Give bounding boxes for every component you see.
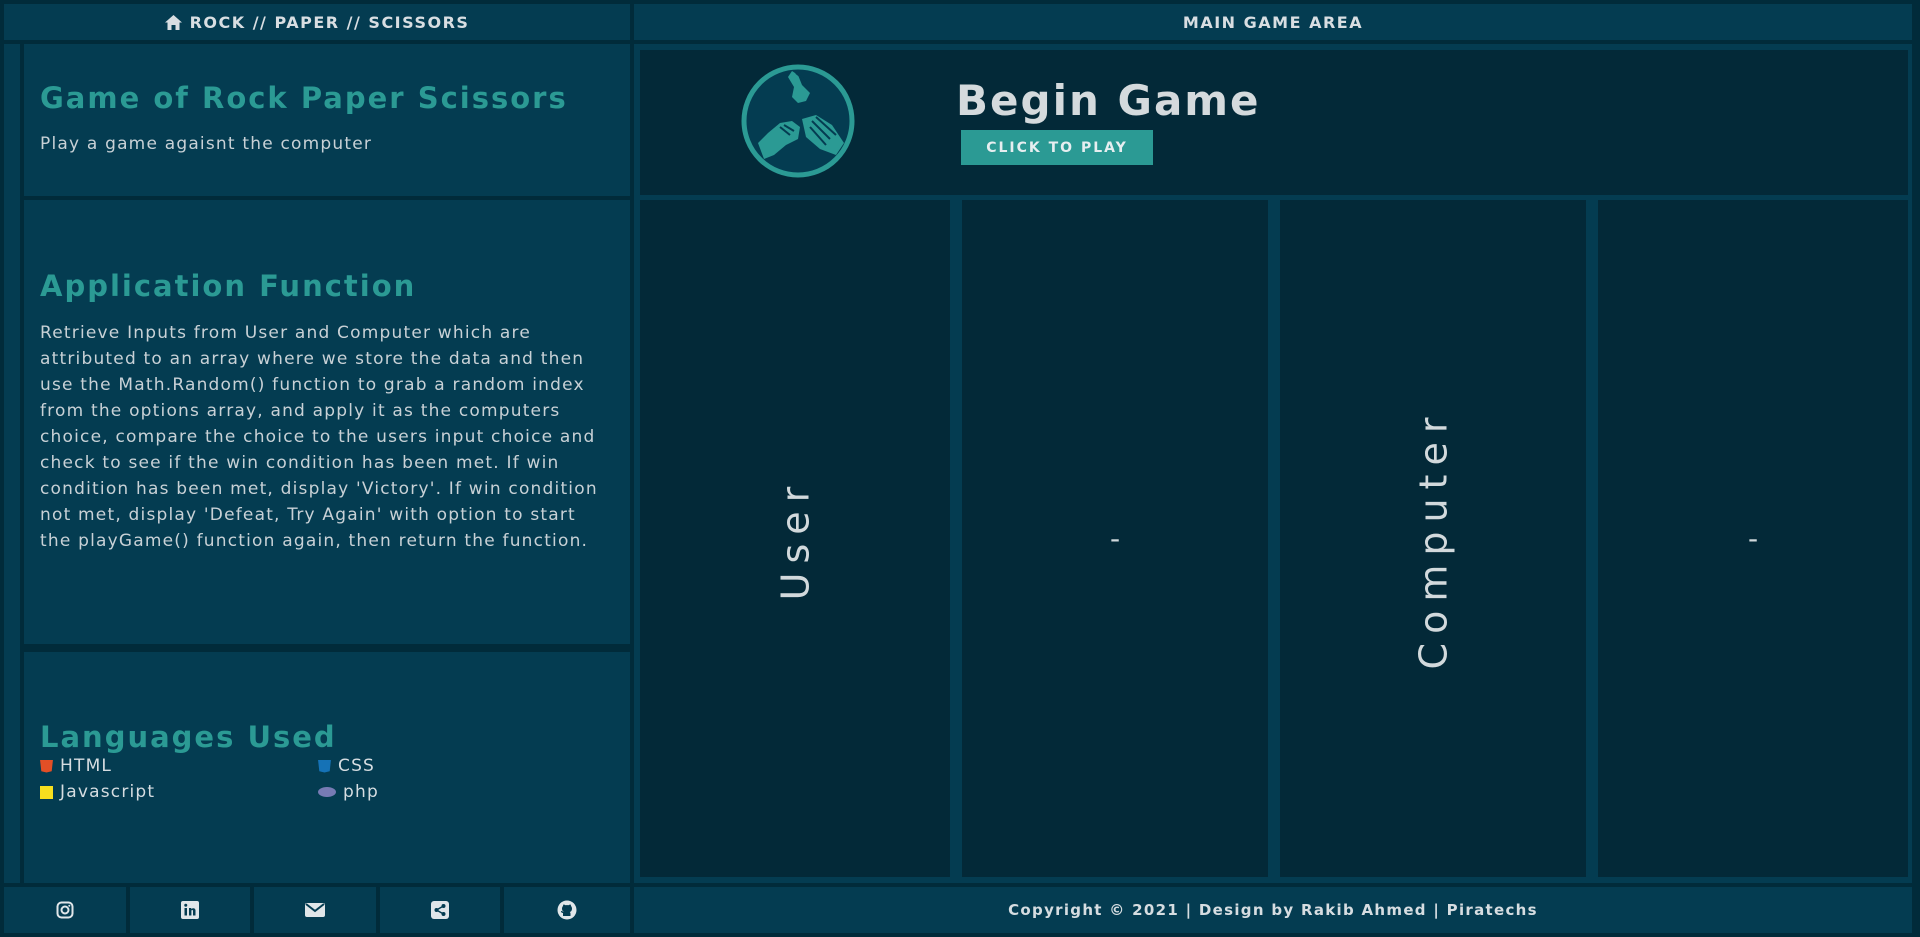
right-header: MAIN GAME AREA bbox=[634, 4, 1912, 40]
scrollbar-track[interactable] bbox=[4, 44, 20, 883]
computer-label: Computer bbox=[1411, 408, 1455, 669]
languages-title: Languages Used bbox=[40, 720, 337, 754]
github-button[interactable] bbox=[504, 887, 630, 933]
function-text: Retrieve Inputs from User and Computer w… bbox=[40, 323, 598, 551]
instagram-button[interactable] bbox=[4, 887, 126, 933]
email-icon bbox=[305, 903, 325, 917]
instagram-icon bbox=[56, 901, 74, 919]
user-choice-column: - bbox=[962, 200, 1268, 877]
php-icon bbox=[318, 787, 336, 797]
computer-choice-display: - bbox=[1747, 522, 1759, 555]
lang-javascript: Javascript bbox=[40, 782, 155, 802]
user-choice-display: - bbox=[1109, 522, 1121, 555]
left-header: ROCK // PAPER // SCISSORS bbox=[4, 4, 630, 40]
languages-panel: Languages Used HTML CSS Javascript php bbox=[24, 652, 630, 883]
rps-hands-logo bbox=[741, 64, 855, 178]
copyright-bar: Copyright © 2021 | Design by Rakib Ahmed… bbox=[634, 887, 1912, 933]
intro-panel: Game of Rock Paper Scissors Play a game … bbox=[24, 44, 630, 196]
game-area-title: MAIN GAME AREA bbox=[1182, 12, 1364, 32]
linkedin-button[interactable] bbox=[130, 887, 250, 933]
function-title: Application Function bbox=[40, 269, 417, 303]
email-button[interactable] bbox=[254, 887, 376, 933]
intro-subtitle: Play a game agaisnt the computer bbox=[40, 134, 373, 154]
computer-choice-column: - bbox=[1598, 200, 1908, 877]
function-panel: Application Function Retrieve Inputs fro… bbox=[24, 200, 630, 644]
computer-column: Computer bbox=[1280, 200, 1586, 877]
lang-css: CSS bbox=[318, 756, 375, 776]
share-icon bbox=[431, 901, 449, 919]
js-icon bbox=[40, 785, 53, 799]
github-icon bbox=[557, 900, 577, 920]
app-title: ROCK // PAPER // SCISSORS bbox=[189, 12, 470, 32]
share-button[interactable] bbox=[380, 887, 500, 933]
intro-title: Game of Rock Paper Scissors bbox=[40, 81, 568, 115]
copyright-text: Copyright © 2021 | Design by Rakib Ahmed… bbox=[1008, 901, 1538, 919]
user-column: User bbox=[640, 200, 950, 877]
begin-game-title: Begin Game bbox=[956, 76, 1261, 125]
html5-icon bbox=[40, 759, 53, 773]
lang-html: HTML bbox=[40, 756, 112, 776]
click-to-play-button[interactable]: CLICK TO PLAY bbox=[961, 130, 1153, 165]
lang-php: php bbox=[318, 782, 379, 802]
linkedin-icon bbox=[181, 901, 199, 919]
css3-icon bbox=[318, 759, 331, 773]
user-label: User bbox=[773, 477, 817, 600]
home-icon bbox=[164, 14, 182, 30]
